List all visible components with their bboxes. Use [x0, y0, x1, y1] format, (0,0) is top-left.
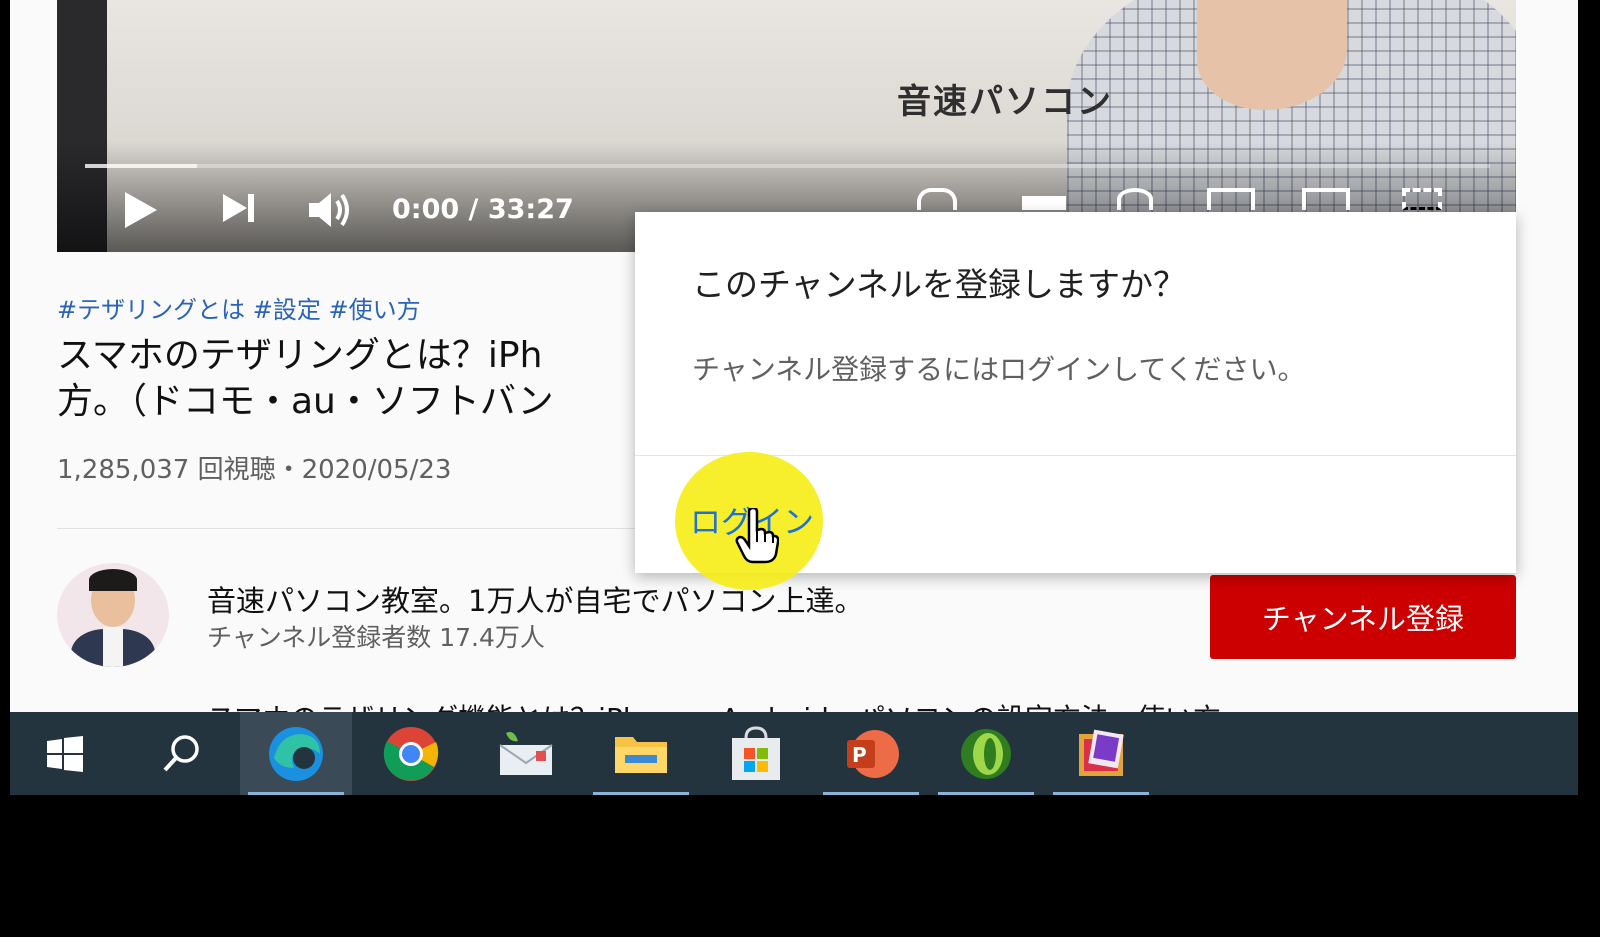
chrome-icon[interactable]: [355, 712, 467, 795]
view-count-date: 1,285,037 回視聴・2020/05/23: [57, 455, 452, 485]
open-app-indicator: [823, 792, 919, 795]
avatar-hair: [89, 569, 137, 591]
autoplay-toggle-icon[interactable]: [917, 188, 957, 210]
channel-avatar[interactable]: [57, 563, 169, 667]
progress-bar[interactable]: [85, 164, 1490, 168]
volume-icon[interactable]: [305, 188, 357, 236]
subtitles-icon[interactable]: [1022, 196, 1066, 210]
open-app-indicator: [593, 792, 689, 795]
video-title-line-2: 方。（ドコモ・au・ソフトバン: [57, 381, 554, 422]
svg-text:P: P: [852, 743, 867, 767]
browser-viewport: 音速パソコン 0:00 / 33:27 #テザリングとは #設定 #使い方 スマ…: [10, 0, 1578, 712]
store-icon[interactable]: [700, 712, 812, 795]
avatar-shirt: [103, 627, 123, 667]
video-title-line-1: スマホのテザリングとは？iPh: [57, 335, 543, 376]
time-display: 0:00 / 33:27: [392, 194, 574, 225]
hand-cursor-icon: [735, 506, 780, 568]
subscribe-button[interactable]: チャンネル登録: [1210, 575, 1516, 659]
green-app-icon[interactable]: [930, 712, 1042, 795]
dialog-message: チャンネル登録するにはログインしてください。: [692, 353, 1306, 386]
next-icon[interactable]: [219, 188, 259, 232]
settings-gear-icon[interactable]: [1117, 188, 1153, 210]
progress-buffer: [85, 164, 198, 168]
mail-icon[interactable]: [470, 712, 582, 795]
description-text: スマホのテザリング機能とは？iPhone・Android・パソコンの設定方法、使…: [207, 697, 1221, 712]
search-icon[interactable]: [125, 712, 237, 795]
dialog-title: このチャンネルを登録しますか？: [692, 265, 1187, 304]
active-app-indicator: [248, 792, 344, 795]
powerpoint-icon[interactable]: P: [815, 712, 927, 795]
video-overlay-text: 音速パソコン: [897, 82, 1113, 122]
photo-app-icon[interactable]: [1045, 712, 1157, 795]
open-app-indicator: [938, 792, 1034, 795]
theater-mode-icon[interactable]: [1302, 188, 1350, 210]
hashtag-links[interactable]: #テザリングとは #設定 #使い方: [57, 290, 421, 325]
file-explorer-icon[interactable]: [585, 712, 697, 795]
miniplayer-icon[interactable]: [1207, 188, 1255, 210]
windows-start-icon[interactable]: [10, 712, 120, 795]
fullscreen-icon[interactable]: [1402, 188, 1442, 210]
play-icon[interactable]: [121, 188, 161, 236]
open-app-indicator: [1053, 792, 1149, 795]
edge-icon[interactable]: [240, 712, 352, 795]
subscribe-login-dialog: このチャンネルを登録しますか？ チャンネル登録するにはログインしてください。 ロ…: [635, 212, 1516, 590]
subscriber-count: チャンネル登録者数 17.4万人: [207, 623, 545, 652]
windows-taskbar: P: [10, 712, 1578, 795]
